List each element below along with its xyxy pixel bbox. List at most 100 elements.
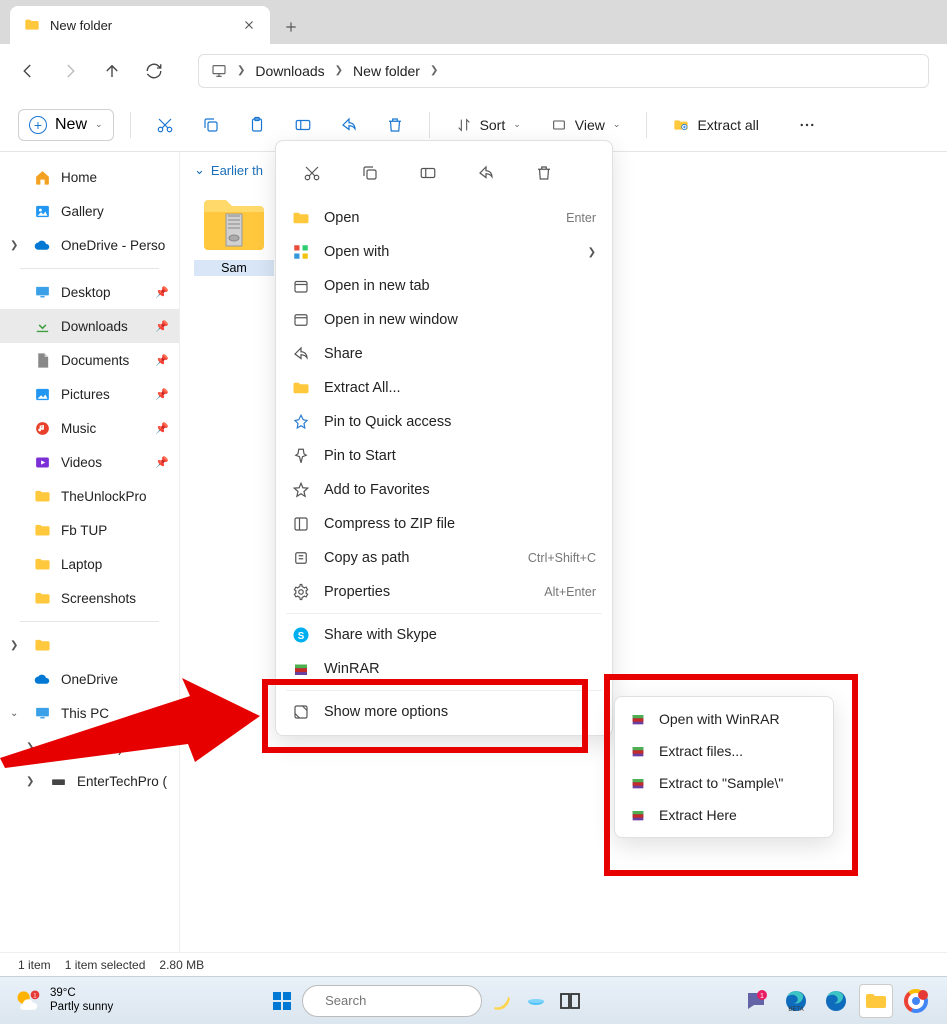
- search-input[interactable]: [325, 993, 501, 1008]
- home-icon: [34, 169, 51, 186]
- ctx-add-favorites[interactable]: Add to Favorites: [276, 473, 612, 507]
- sidebar-item-onedrive-personal[interactable]: ❯ OneDrive - Perso: [0, 228, 179, 262]
- chevron-right-icon[interactable]: ❯: [10, 240, 18, 251]
- sidebar-item-thispc[interactable]: ⌄ This PC: [0, 696, 179, 730]
- ctx-show-more[interactable]: Show more options: [276, 695, 612, 729]
- chevron-right-icon[interactable]: ❯: [26, 742, 34, 753]
- svg-text:S: S: [298, 631, 305, 642]
- folder-icon: [34, 590, 51, 607]
- tray-chrome[interactable]: [899, 984, 933, 1018]
- breadcrumb-downloads[interactable]: Downloads: [255, 63, 324, 79]
- svg-text:BETA: BETA: [788, 1007, 803, 1013]
- sidebar-item-entertechpro[interactable]: ❯ EnterTechPro (: [0, 764, 179, 798]
- folder-icon: [34, 522, 51, 539]
- ctx-extract-all[interactable]: Extract All...: [276, 371, 612, 405]
- ctx-share[interactable]: Share: [276, 337, 612, 371]
- new-button[interactable]: + New ⌄: [18, 109, 114, 141]
- breadcrumb[interactable]: ❯ Downloads ❯ New folder ❯: [198, 54, 929, 88]
- breadcrumb-current[interactable]: New folder: [353, 63, 420, 79]
- cut-button[interactable]: [147, 107, 183, 143]
- status-size: 2.80 MB: [159, 958, 204, 972]
- winrar-extract-to[interactable]: Extract to "Sample\": [615, 767, 833, 799]
- ctx-properties[interactable]: Properties Alt+Enter: [276, 575, 612, 609]
- delete-button[interactable]: [526, 155, 562, 191]
- paste-button[interactable]: [239, 107, 275, 143]
- sidebar-item-videos[interactable]: Videos📌: [0, 445, 179, 479]
- chevron-right-icon[interactable]: ❯: [10, 640, 18, 651]
- winrar-icon: [629, 774, 647, 792]
- close-icon[interactable]: [242, 18, 256, 32]
- winrar-extract-files[interactable]: Extract files...: [615, 735, 833, 767]
- view-button[interactable]: View ⌄: [541, 111, 631, 139]
- tab-bar: New folder: [0, 0, 947, 44]
- delete-button[interactable]: [377, 107, 413, 143]
- sidebar-item-unlockpro[interactable]: TheUnlockPro: [0, 479, 179, 513]
- taskbar-app-bowl[interactable]: [522, 987, 550, 1015]
- chevron-down-icon: ⌄: [513, 119, 521, 130]
- folder-icon: [34, 637, 51, 654]
- refresh-button[interactable]: [144, 61, 164, 81]
- sidebar-item-home[interactable]: Home: [0, 160, 179, 194]
- up-button[interactable]: [102, 61, 122, 81]
- winrar-icon: [629, 710, 647, 728]
- sort-button[interactable]: Sort ⌄: [446, 111, 531, 139]
- back-button[interactable]: [18, 61, 38, 81]
- copy-button[interactable]: [352, 155, 388, 191]
- tray-explorer[interactable]: [859, 984, 893, 1018]
- ctx-open-with[interactable]: Open with ❯: [276, 235, 612, 269]
- sidebar-item-screenshots[interactable]: Screenshots: [0, 581, 179, 615]
- sidebar-item-gallery[interactable]: Gallery: [0, 194, 179, 228]
- sidebar-item-osc[interactable]: ❯ OS (C:): [0, 730, 179, 764]
- context-menu: Open Enter Open with ❯ Open in new tab O…: [275, 140, 613, 736]
- sidebar-item-downloads[interactable]: Downloads📌: [0, 309, 179, 343]
- forward-button[interactable]: [60, 61, 80, 81]
- ctx-open[interactable]: Open Enter: [276, 201, 612, 235]
- rename-button[interactable]: [285, 107, 321, 143]
- copy-button[interactable]: [193, 107, 229, 143]
- monitor-icon: [34, 705, 51, 722]
- sidebar-item-pictures[interactable]: Pictures📌: [0, 377, 179, 411]
- taskbar-taskview[interactable]: [556, 987, 584, 1015]
- start-button[interactable]: [268, 987, 296, 1015]
- new-tab-button[interactable]: [274, 10, 308, 44]
- winrar-open[interactable]: Open with WinRAR: [615, 703, 833, 735]
- status-bar: 1 item 1 item selected 2.80 MB: [0, 952, 947, 976]
- sidebar-item-fbtup[interactable]: Fb TUP: [0, 513, 179, 547]
- sidebar-item-desktop[interactable]: Desktop📌: [0, 275, 179, 309]
- more-button[interactable]: [789, 107, 825, 143]
- ctx-compress-zip[interactable]: Compress to ZIP file: [276, 507, 612, 541]
- winrar-extract-here[interactable]: Extract Here: [615, 799, 833, 831]
- ctx-open-new-tab[interactable]: Open in new tab: [276, 269, 612, 303]
- rename-button[interactable]: [410, 155, 446, 191]
- taskbar-search[interactable]: [302, 985, 482, 1017]
- taskbar-app-banana[interactable]: [488, 987, 516, 1015]
- ctx-open-new-window[interactable]: Open in new window: [276, 303, 612, 337]
- skype-icon: S: [292, 626, 310, 644]
- tray-chat[interactable]: 1: [739, 984, 773, 1018]
- sidebar-item-documents[interactable]: Documents📌: [0, 343, 179, 377]
- share-button[interactable]: [331, 107, 367, 143]
- sidebar-item-folder-generic[interactable]: ❯: [0, 628, 179, 662]
- share-button[interactable]: [468, 155, 504, 191]
- ctx-winrar[interactable]: WinRAR: [276, 652, 612, 686]
- tab-active[interactable]: New folder: [10, 6, 270, 44]
- ctx-pin-quick[interactable]: Pin to Quick access: [276, 405, 612, 439]
- chevron-down-icon[interactable]: ⌄: [10, 708, 18, 719]
- sidebar-item-laptop[interactable]: Laptop: [0, 547, 179, 581]
- sidebar-item-music[interactable]: Music📌: [0, 411, 179, 445]
- chevron-right-icon[interactable]: ❯: [26, 776, 34, 787]
- drive-icon: [50, 739, 67, 756]
- sidebar-item-onedrive[interactable]: OneDrive: [0, 662, 179, 696]
- extract-all-button[interactable]: Extract all: [663, 111, 768, 139]
- cut-button[interactable]: [294, 155, 330, 191]
- taskbar-weather[interactable]: 1 39°C Partly sunny: [14, 987, 113, 1015]
- ctx-copy-path[interactable]: Copy as path Ctrl+Shift+C: [276, 541, 612, 575]
- tray-edge-beta[interactable]: BETA: [779, 984, 813, 1018]
- ctx-pin-start[interactable]: Pin to Start: [276, 439, 612, 473]
- ctx-share-skype[interactable]: S Share with Skype: [276, 618, 612, 652]
- cloud-icon: [34, 671, 51, 688]
- pin-icon: 📌: [155, 286, 169, 299]
- file-item-zip[interactable]: Sam: [194, 188, 274, 276]
- chevron-right-icon: ❯: [430, 65, 438, 76]
- tray-edge[interactable]: [819, 984, 853, 1018]
